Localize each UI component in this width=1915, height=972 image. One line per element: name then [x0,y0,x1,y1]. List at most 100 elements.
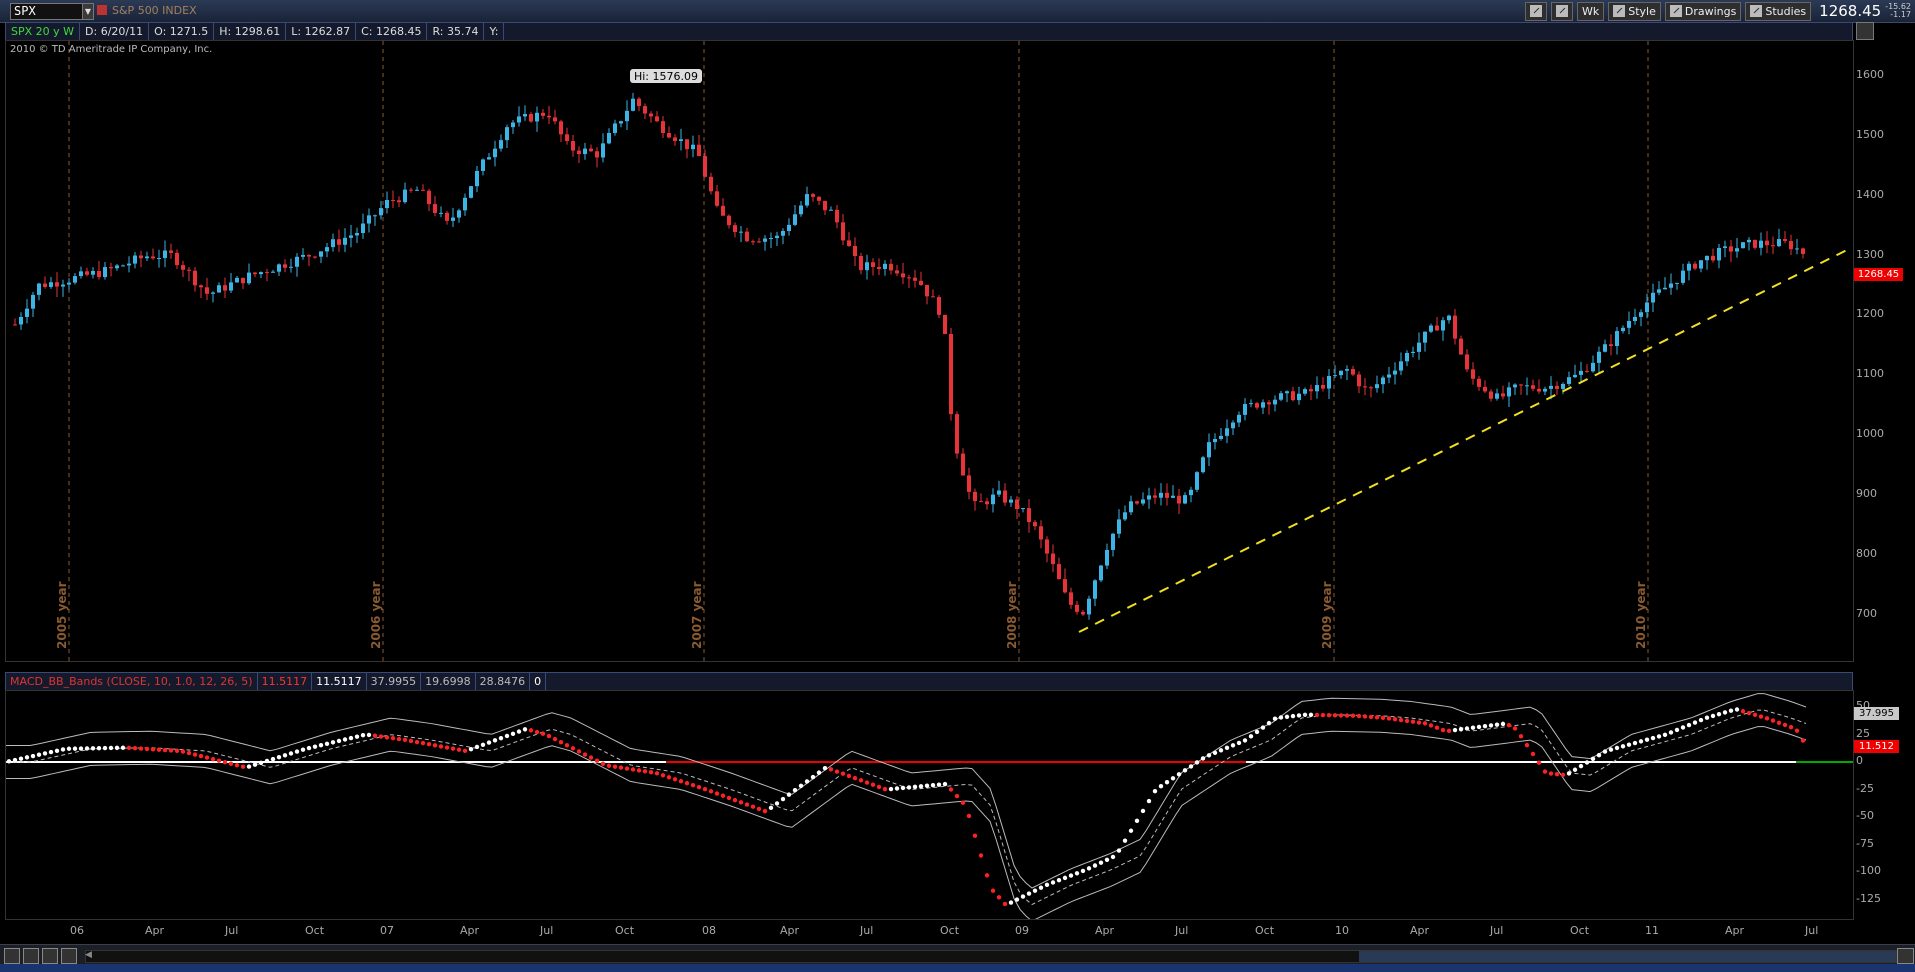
macd-dot [1752,712,1758,717]
macd-upper-band [6,693,1807,889]
macd-dot [1104,857,1110,862]
price-candle [775,235,779,239]
settings-gear-button[interactable] [23,948,39,964]
macd-dot [1488,723,1494,728]
macd-dot [354,734,360,739]
studies-button[interactable]: Studies [1745,1,1812,21]
scrollbar-thumb[interactable] [1359,951,1896,962]
price-candle [205,287,209,294]
macd-dot [258,760,264,766]
macd-dot [18,756,24,761]
grid-layout-button[interactable] [4,948,20,964]
price-axis-label: 1200 [1856,307,1884,321]
trendline[interactable] [1078,247,1852,633]
macd-dot [540,731,546,736]
price-chart-panel[interactable]: 2005 year 2006 year 2007 year 2008 year 2009… [5,40,1854,662]
macd-dot [1146,798,1152,804]
price-axis-label: 1100 [1856,367,1884,381]
macd-panel[interactable] [5,690,1854,920]
price-axis-label: 800 [1856,546,1877,560]
price-candle [127,263,131,266]
macd-mid-band [6,709,1807,906]
hi-marker: Hi: 1576.09 [630,69,702,83]
style-button[interactable]: Style [1608,1,1661,21]
price-candle [355,232,359,236]
macd-chart[interactable] [6,691,1853,919]
price-chart[interactable]: 2005 year 2006 year 2007 year 2008 year 2009… [6,41,1853,661]
macd-dot [888,786,894,792]
draw-line-button[interactable] [61,948,77,964]
link-button[interactable] [1550,1,1573,21]
price-candle [1591,362,1595,372]
price-candle [1063,579,1067,593]
price-candle [73,276,77,283]
macd-study-name[interactable]: MACD_BB_Bands (CLOSE, 10, 1.0, 12, 26, 5… [6,673,258,690]
scroll-left-icon[interactable]: ◀ [85,950,94,961]
macd-dot [1740,709,1746,714]
time-axis-label: Oct [305,924,325,937]
price-candle [721,205,725,216]
macd-dot [1068,873,1074,878]
macd-dot [1638,739,1644,744]
price-candle [1399,361,1403,371]
info-date: D: 6/20/11 [80,23,150,40]
macd-dot [942,781,948,787]
time-scrollbar[interactable] [85,950,1897,963]
price-candle [1717,247,1721,261]
symbol-dropdown-icon[interactable]: ▼ [82,3,94,20]
price-candle [1117,519,1121,534]
macd-dot [1074,871,1080,876]
macd-dot [1734,707,1740,712]
macd-dot [1554,772,1560,777]
price-candle [1297,393,1301,401]
symbol-input[interactable]: SPX [10,3,85,20]
macd-dot [1200,756,1206,761]
price-candle [223,285,227,291]
macd-dot [804,779,810,784]
year-label: 2007 year [690,581,704,649]
scroll-end-button[interactable] [1897,948,1914,964]
price-candle [889,263,893,271]
macd-dot [468,746,474,752]
macd-dot [504,733,510,739]
macd-dot [1404,718,1410,724]
price-candle [1801,248,1805,255]
price-candle [1609,344,1613,347]
drawings-button[interactable]: Drawings [1664,1,1742,21]
price-candle [493,148,497,158]
price-candle [595,151,599,158]
expand-chart-button[interactable] [1856,22,1874,40]
macd-dot [390,736,396,741]
macd-dot [768,805,774,811]
price-candle [1321,384,1325,389]
macd-dot [1152,788,1158,794]
macd-dot [1386,716,1392,721]
price-candle [1201,457,1205,473]
macd-dot [1236,740,1242,746]
crosshair-button[interactable] [1524,1,1547,21]
price-candle [1153,495,1157,498]
macd-dot [1662,732,1668,737]
period-button[interactable]: Wk [1576,1,1605,21]
macd-dot [816,770,822,775]
price-candle [349,235,353,238]
camera-button[interactable] [42,948,58,964]
macd-dot [6,759,12,764]
price-candle [1447,315,1451,321]
price-candle [439,212,443,214]
macd-dot [378,734,384,739]
macd-dot [606,763,612,768]
macd-axis-label: -25 [1856,781,1874,795]
macd-dot [774,801,780,806]
macd-dot [846,773,852,779]
macd-dot [732,797,738,803]
macd-dot [1092,863,1098,868]
price-candle [79,271,83,277]
macd-dot [1572,767,1578,772]
macd-dot [90,746,96,751]
year-label: 2009 year [1320,581,1334,649]
macd-dot [564,743,570,748]
macd-dot [1110,854,1116,860]
macd-axis-label: -100 [1856,864,1881,877]
info-symbol-period[interactable]: SPX 20 y W [6,23,81,40]
